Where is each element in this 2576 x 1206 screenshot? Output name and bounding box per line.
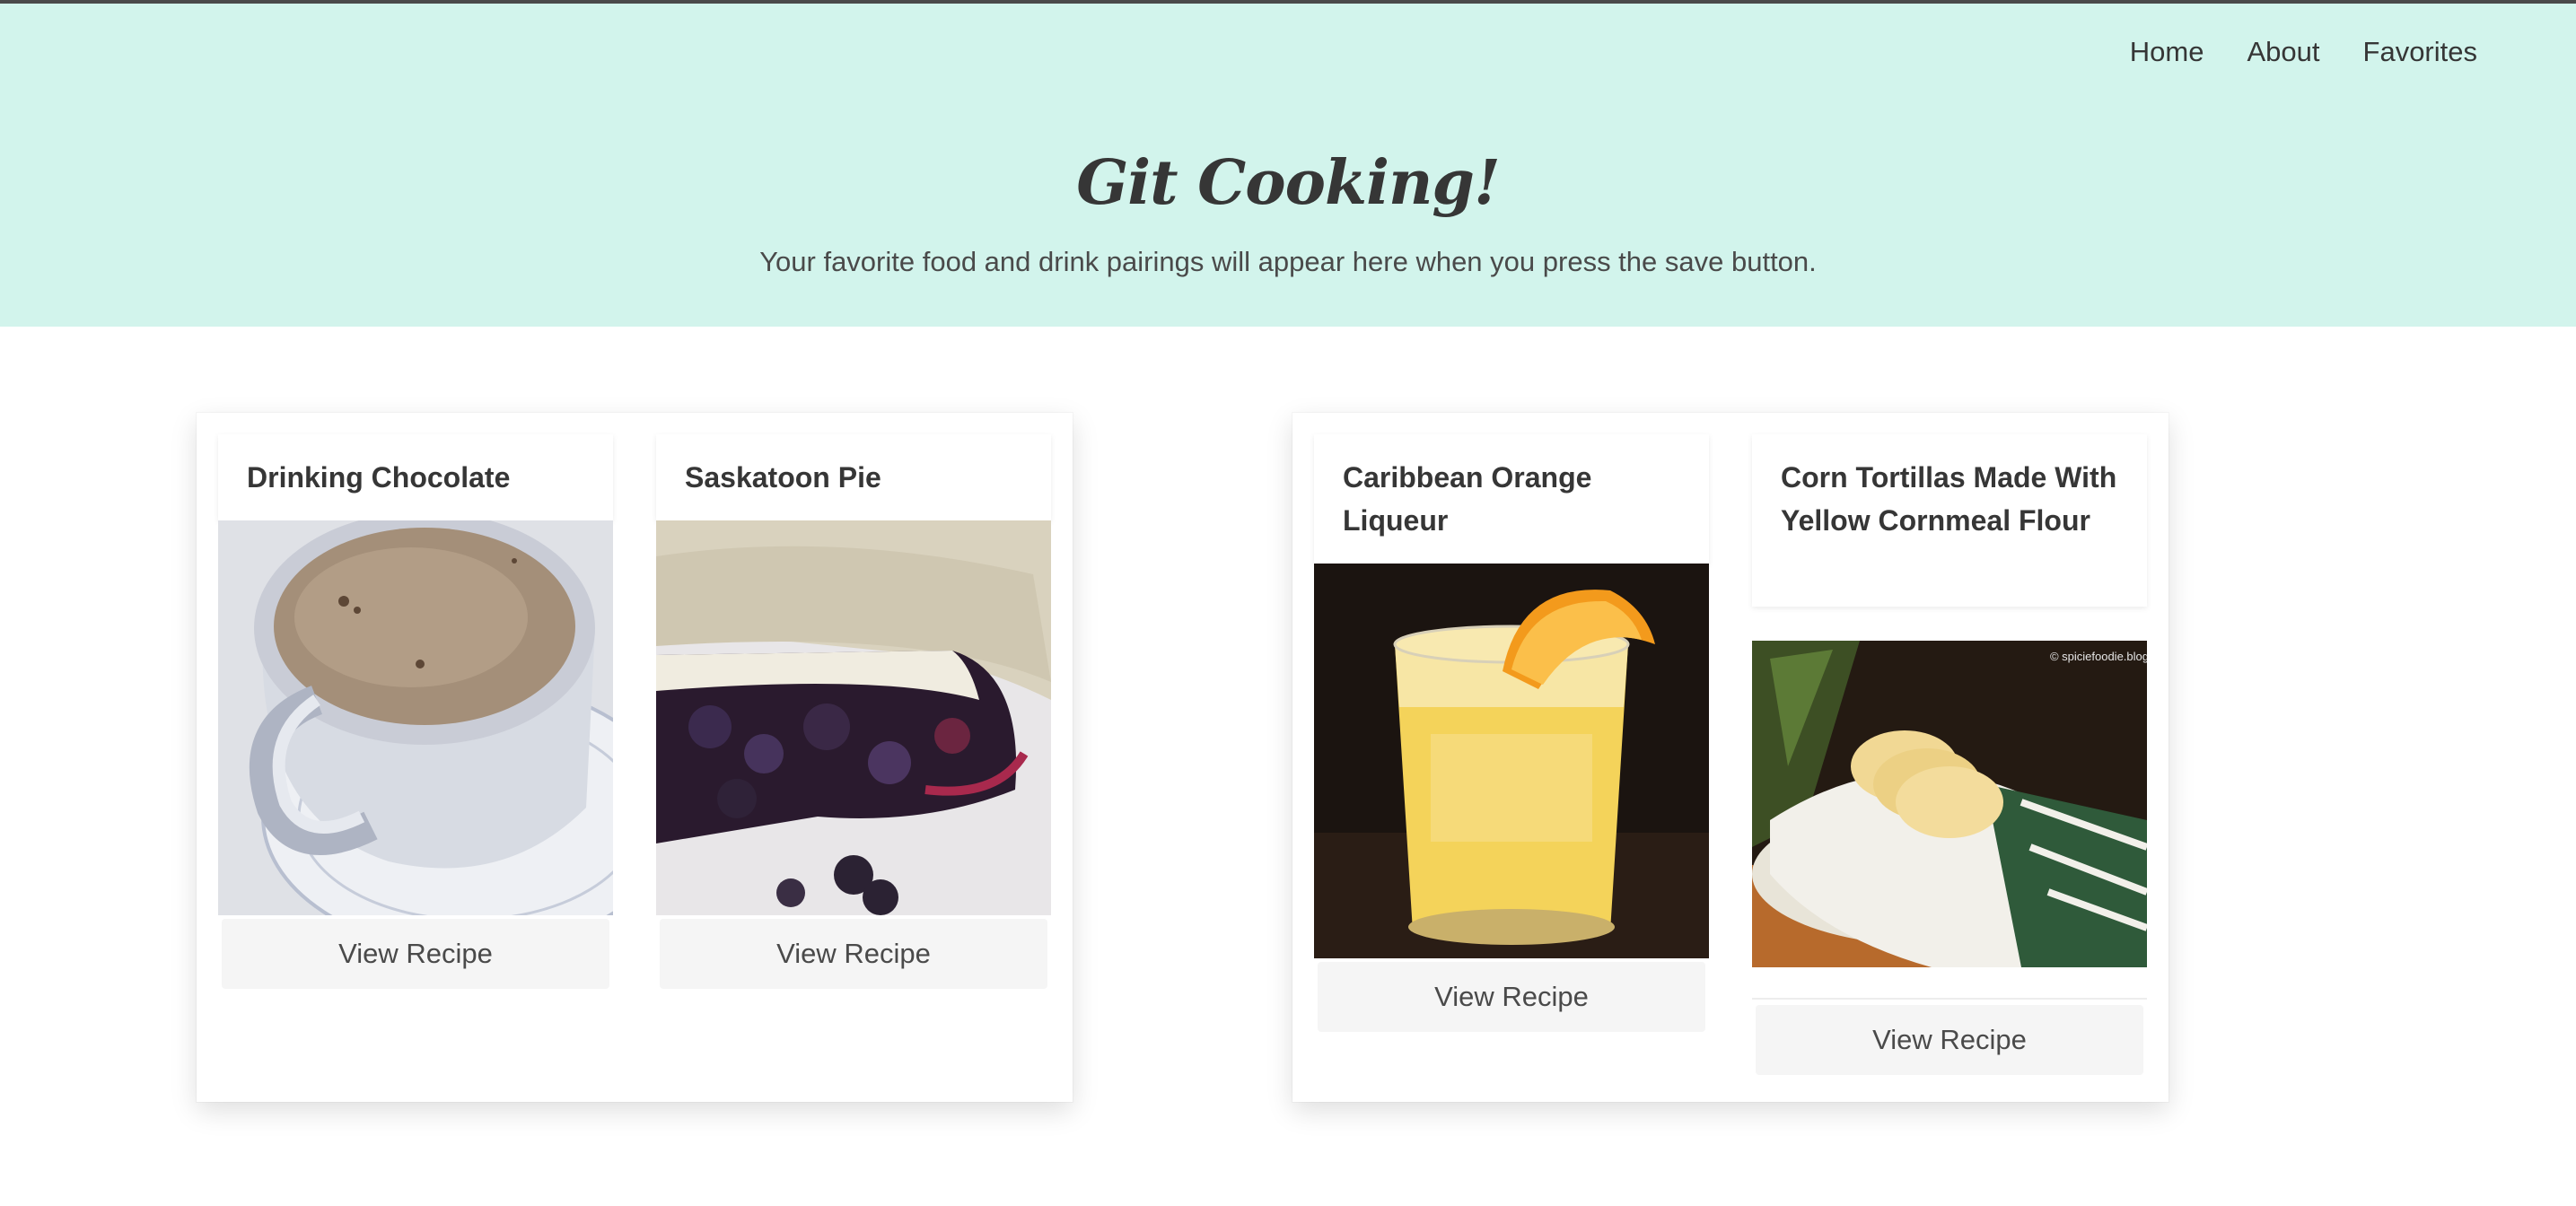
recipe-title: Drinking Chocolate: [247, 461, 511, 494]
nav-favorites-link[interactable]: Favorites: [2363, 36, 2477, 68]
recipe-card: Corn Tortillas Made With Yellow Cornmeal…: [1730, 413, 2169, 1102]
recipe-card: Drinking Chocolate View Recipe: [197, 413, 635, 1102]
view-recipe-button[interactable]: View Recipe: [1318, 962, 1705, 1032]
nav-home-link[interactable]: Home: [2130, 36, 2204, 68]
pairing-card: Caribbean Orange Liqueur View Recipe Cor…: [1292, 413, 2169, 1102]
recipe-image: [1314, 564, 1709, 958]
hot-chocolate-image: [218, 520, 613, 915]
recipe-title: Corn Tortillas Made With Yellow Cornmeal…: [1781, 461, 2117, 537]
page-subtitle: Your favorite food and drink pairings wi…: [759, 246, 1817, 277]
card-header: Corn Tortillas Made With Yellow Cornmeal…: [1752, 434, 2147, 607]
recipe-card: Saskatoon Pie View Recipe: [635, 413, 1073, 1102]
recipe-title: Saskatoon Pie: [685, 461, 881, 494]
pairing-card: Drinking Chocolate View Recipe Saskatoon…: [197, 413, 1073, 1102]
recipe-title: Caribbean Orange Liqueur: [1343, 461, 1592, 537]
card-header: Caribbean Orange Liqueur: [1314, 434, 1709, 564]
nav-about-link[interactable]: About: [2247, 36, 2320, 68]
page-title: Git Cooking!: [1076, 147, 1501, 219]
recipe-image: [656, 520, 1051, 915]
view-recipe-button[interactable]: View Recipe: [660, 919, 1047, 989]
view-recipe-button[interactable]: View Recipe: [222, 919, 609, 989]
card-divider: [1752, 998, 2147, 1000]
tortillas-image: [1752, 641, 2147, 967]
card-header: Drinking Chocolate: [218, 434, 613, 520]
image-watermark: © spiciefoodie.blog: [2049, 650, 2147, 663]
recipe-image: © spiciefoodie.blog: [1752, 641, 2147, 967]
hero-banner: Home About Favorites Git Cooking! Your f…: [0, 4, 2576, 327]
view-recipe-button[interactable]: View Recipe: [1756, 1005, 2143, 1075]
orange-drink-image: [1314, 564, 1709, 958]
navbar: Home About Favorites: [2130, 36, 2477, 68]
recipe-card: Caribbean Orange Liqueur View Recipe: [1292, 413, 1730, 1102]
recipe-image: [218, 520, 613, 915]
card-header: Saskatoon Pie: [656, 434, 1051, 520]
berry-pie-image: [656, 520, 1051, 915]
